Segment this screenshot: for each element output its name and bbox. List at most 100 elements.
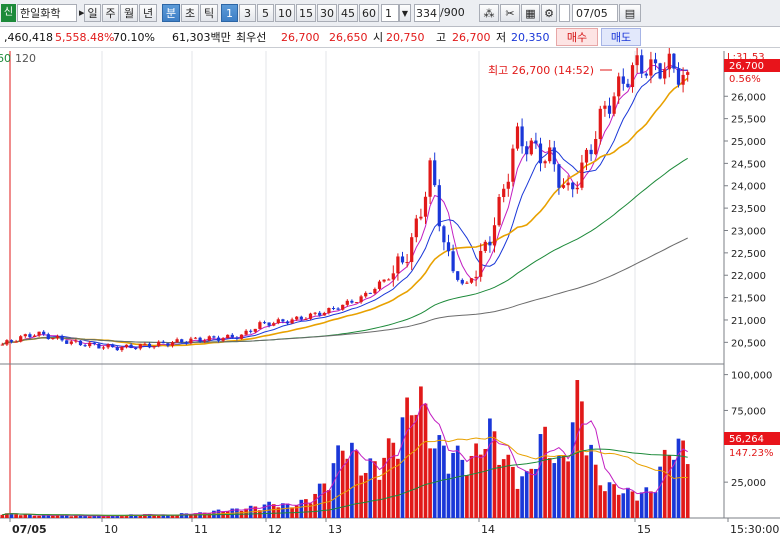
candle-body <box>336 308 340 310</box>
candle-body <box>212 336 216 338</box>
candle-body <box>161 341 165 344</box>
tools-icon[interactable]: ✂ <box>500 4 520 22</box>
period-week-button[interactable]: 주 <box>102 4 119 22</box>
candle-body <box>14 341 18 343</box>
candle-body <box>28 334 32 338</box>
count-total: /900 <box>440 6 465 19</box>
interval-3-button[interactable]: 3 <box>239 4 256 22</box>
buy-button[interactable]: 매수 <box>556 28 598 46</box>
candle-body <box>230 334 234 338</box>
volume-bar <box>409 415 414 518</box>
candle-body <box>580 162 584 188</box>
save-icon[interactable]: ▦ <box>521 4 540 22</box>
candle-body <box>497 197 501 226</box>
date-checkbox[interactable] <box>559 4 570 22</box>
candle-body <box>373 288 377 294</box>
interval-5-button[interactable]: 5 <box>257 4 274 22</box>
candle-body <box>566 182 570 186</box>
volume-bar <box>373 461 377 518</box>
interval-45-button[interactable]: 45 <box>338 4 358 22</box>
interval-15-button[interactable]: 15 <box>296 4 316 22</box>
chart-area[interactable]: 26,000 25,500 25,000 24,500 24,000 23,500 23,0… <box>0 48 780 541</box>
candle-body <box>78 340 83 346</box>
candle-body <box>479 250 483 277</box>
candle-body <box>644 73 648 76</box>
calendar-icon[interactable]: ▤ <box>619 4 641 22</box>
candle-body <box>189 338 193 344</box>
volume-tick-label: 25,000 <box>731 478 766 489</box>
period-day-button[interactable]: 일 <box>84 4 101 22</box>
stock-name-field[interactable]: 한일화학 <box>17 4 77 22</box>
candle-body <box>74 340 78 342</box>
chevron-down-icon[interactable]: ▼ <box>399 4 411 22</box>
period-second-button[interactable]: 초 <box>181 4 199 22</box>
volume-bar <box>345 458 350 518</box>
candle-body <box>396 256 400 274</box>
high-annotation: 최고 26,700 (14:52) <box>488 64 594 77</box>
candle-body <box>51 338 55 340</box>
volume-bar <box>552 463 557 518</box>
candle-body <box>92 342 96 344</box>
candle-body <box>672 53 676 69</box>
volume-bar <box>561 455 566 518</box>
volume-bar <box>368 458 373 518</box>
candle-body <box>285 321 290 324</box>
gear-icon[interactable]: ⚙ <box>541 4 557 22</box>
candle-body <box>258 322 262 329</box>
candle-body <box>451 251 455 272</box>
candle-body <box>5 340 9 345</box>
period-tick-button[interactable]: 틱 <box>200 4 218 22</box>
candle-body <box>506 181 510 189</box>
volume-bar <box>575 380 580 518</box>
period-year-button[interactable]: 년 <box>139 4 157 22</box>
trade-amount: 61,303백만 <box>172 31 231 44</box>
candle-body <box>543 161 547 164</box>
volume-bar <box>271 504 276 518</box>
volume-bar <box>570 422 575 518</box>
volume-bar <box>681 440 685 518</box>
candle-body <box>520 126 524 147</box>
volume-bar <box>451 452 455 518</box>
candle-body <box>469 278 474 283</box>
candle-body <box>239 334 244 339</box>
candle-body <box>65 340 69 344</box>
price-tick-label: 24,500 <box>731 159 766 170</box>
period-minute-button[interactable]: 분 <box>162 4 180 22</box>
candle-body <box>594 139 598 155</box>
volume-bar <box>170 515 175 518</box>
interval-select[interactable]: 1 <box>381 4 399 22</box>
interval-10-button[interactable]: 10 <box>275 4 295 22</box>
candle-body <box>658 63 662 79</box>
candle-body <box>474 276 478 279</box>
time-tick-label: 14 <box>481 523 495 536</box>
period-month-button[interactable]: 월 <box>120 4 138 22</box>
candle-body <box>359 296 363 303</box>
price-tick-label: 23,000 <box>731 226 766 237</box>
volume-bar <box>304 499 308 518</box>
volume-bar <box>483 449 488 518</box>
volume-bar <box>437 435 442 518</box>
settings-grid-icon[interactable]: ⁂ <box>479 4 499 22</box>
sell-button[interactable]: 매도 <box>601 28 641 46</box>
interval-60-button[interactable]: 60 <box>359 4 379 22</box>
candle-body <box>253 328 257 332</box>
candle-body <box>203 340 207 342</box>
date-input[interactable]: 07/05 <box>572 4 618 22</box>
candle-body <box>575 187 579 190</box>
candle-body <box>433 160 437 186</box>
volume-bar <box>340 450 345 518</box>
interval-30-button[interactable]: 30 <box>317 4 337 22</box>
candle-body <box>152 345 156 348</box>
candle-body <box>630 65 635 88</box>
candle-body <box>377 281 382 289</box>
candle-body <box>170 342 175 346</box>
volume-bar <box>557 456 561 518</box>
candle-body <box>446 242 451 252</box>
volume-bar <box>281 503 285 518</box>
candle-body <box>111 344 115 348</box>
count-input[interactable]: 334 <box>414 4 440 22</box>
search-icon[interactable]: ▸ <box>79 4 85 22</box>
candle-body <box>313 312 317 314</box>
candle-body <box>244 330 248 335</box>
interval-1-button[interactable]: 1 <box>221 4 238 22</box>
